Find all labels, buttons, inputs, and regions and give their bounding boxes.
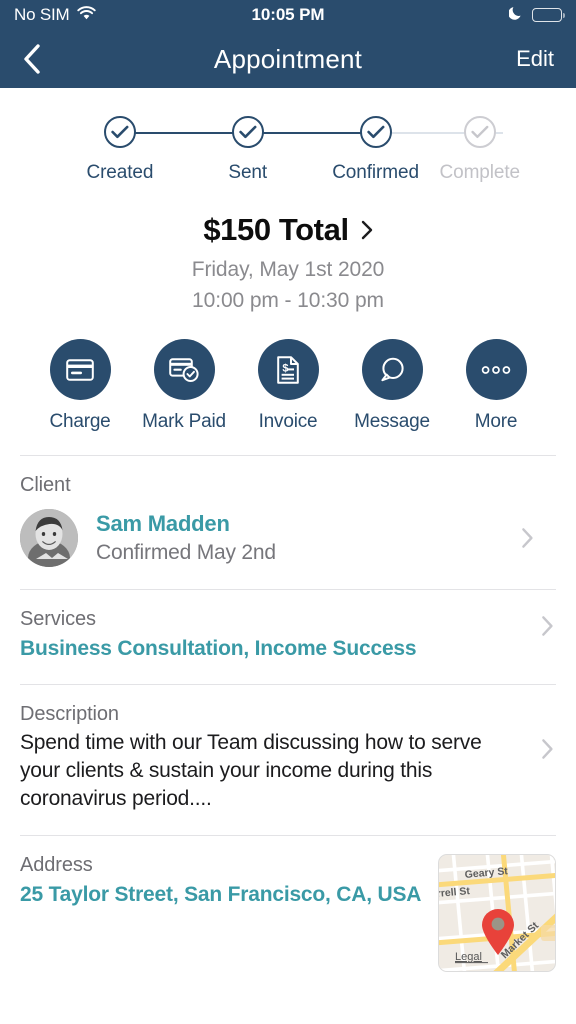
status-bar-right	[508, 5, 566, 25]
action-charge-label: Charge	[49, 411, 111, 432]
action-message[interactable]: Message	[350, 339, 434, 433]
appointment-time-range: 10:00 pm - 10:30 pm	[192, 289, 384, 312]
quick-actions-row: Charge Mark Paid $ Invoice Message More	[0, 313, 576, 433]
action-charge[interactable]: Charge	[38, 339, 122, 433]
step-created-label: Created	[86, 162, 154, 183]
step-connector	[119, 132, 248, 134]
action-more-label: More	[474, 411, 518, 432]
address-row: Address 25 Taylor Street, San Francisco,…	[20, 854, 556, 973]
step-sent-label: Sent	[228, 162, 268, 183]
client-info: Sam Madden Confirmed May 2nd	[96, 511, 276, 565]
description-section-title: Description	[20, 703, 119, 726]
action-mark-paid[interactable]: Mark Paid	[142, 339, 226, 433]
client-section[interactable]: Client Sam Madden Confirmed May 2nd	[0, 456, 576, 567]
action-more[interactable]: More	[454, 339, 538, 433]
client-status: Confirmed May 2nd	[96, 541, 276, 564]
action-message-label: Message	[354, 411, 430, 432]
action-mark-paid-label: Mark Paid	[142, 411, 226, 432]
wifi-icon	[77, 5, 97, 25]
total-amount-label: $150 Total	[203, 212, 349, 247]
total-button[interactable]: $150 Total	[203, 212, 372, 248]
address-value: 25 Taylor Street, San Francisco, CA, USA	[20, 883, 422, 907]
battery-icon	[532, 8, 566, 22]
appointment-progress-stepper: Created Sent Confirmed Complete	[56, 88, 520, 190]
services-section[interactable]: Services Business Consultation, Income S…	[0, 590, 576, 662]
services-value: Business Consultation, Income Success	[20, 637, 417, 660]
description-text: Spend time with our Team discussing how …	[20, 731, 482, 811]
map-thumbnail[interactable]: Geary St rrell St Market St Legal	[438, 854, 556, 973]
avatar	[20, 509, 78, 567]
credit-card-check-icon	[153, 339, 215, 400]
svg-text:Legal: Legal	[455, 951, 482, 963]
navigation-bar: Appointment Edit	[0, 30, 576, 88]
step-confirmed-check-icon	[359, 116, 392, 148]
appointment-screen: No SIM 10:05 PM Appointment Edit Created…	[0, 0, 576, 1024]
services-section-title: Services	[20, 608, 96, 630]
action-invoice-label: Invoice	[258, 411, 318, 432]
speech-bubble-icon	[361, 339, 423, 400]
status-bar-left: No SIM	[14, 5, 97, 25]
invoice-document-icon: $	[257, 339, 319, 400]
action-invoice[interactable]: $ Invoice	[246, 339, 330, 433]
svg-text:$: $	[282, 362, 288, 374]
ellipsis-icon	[465, 339, 527, 400]
credit-card-icon	[49, 339, 111, 400]
carrier-label: No SIM	[14, 5, 70, 24]
moon-icon	[508, 5, 523, 25]
description-section[interactable]: Description Spend time with our Team dis…	[0, 685, 576, 813]
back-button[interactable]	[22, 43, 42, 75]
step-created-check-icon	[103, 116, 136, 148]
step-complete-check-icon	[463, 116, 496, 148]
step-complete[interactable]: Complete	[439, 116, 520, 184]
address-section-title: Address	[20, 854, 93, 877]
client-name: Sam Madden	[96, 511, 230, 536]
status-bar: No SIM 10:05 PM	[0, 0, 576, 30]
chevron-right-icon	[361, 220, 373, 240]
page-title: Appointment	[213, 43, 363, 74]
step-sent[interactable]: Sent	[184, 116, 376, 184]
appointment-date: Friday, May 1st 2020	[191, 258, 385, 281]
client-row[interactable]: Sam Madden Confirmed May 2nd	[20, 509, 556, 567]
chevron-right-icon	[541, 615, 554, 637]
appointment-summary: $150 Total Friday, May 1st 2020 10:00 pm…	[0, 212, 576, 313]
chevron-right-icon	[521, 527, 534, 549]
address-section[interactable]: Address 25 Taylor Street, San Francisco,…	[0, 836, 576, 973]
step-created[interactable]: Created	[56, 116, 248, 184]
step-confirmed-label: Confirmed	[332, 162, 419, 183]
address-text-block: Address 25 Taylor Street, San Francisco,…	[20, 854, 438, 908]
step-complete-label: Complete	[439, 162, 521, 183]
chevron-right-icon	[541, 738, 554, 760]
step-sent-check-icon	[231, 116, 264, 148]
edit-button[interactable]: Edit	[516, 46, 554, 72]
step-connector	[247, 132, 376, 134]
step-confirmed[interactable]: Confirmed	[312, 116, 504, 184]
client-section-title: Client	[20, 474, 71, 496]
